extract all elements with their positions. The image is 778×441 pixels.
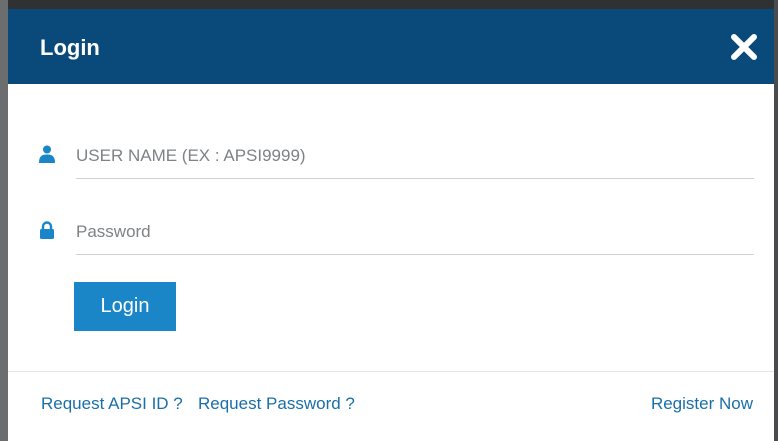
modal-title: Login [40,35,100,60]
request-apsi-id-link[interactable]: Request APSI ID ? [41,394,183,414]
backdrop-left [0,0,8,441]
close-icon [731,34,757,60]
backdrop-right [774,0,778,441]
username-input[interactable] [76,141,754,179]
request-password-link[interactable]: Request Password ? [198,394,355,414]
register-now-link[interactable]: Register Now [651,394,753,414]
footer-divider [8,371,774,372]
user-icon [39,145,55,163]
modal-header: Login [8,9,774,84]
password-input[interactable] [76,217,754,255]
lock-icon [40,221,54,239]
login-button[interactable]: Login [74,282,176,331]
backdrop-top [0,0,778,9]
close-button[interactable] [730,33,758,61]
login-modal: Login Login Request APSI ID ? Request Pa… [8,9,774,441]
